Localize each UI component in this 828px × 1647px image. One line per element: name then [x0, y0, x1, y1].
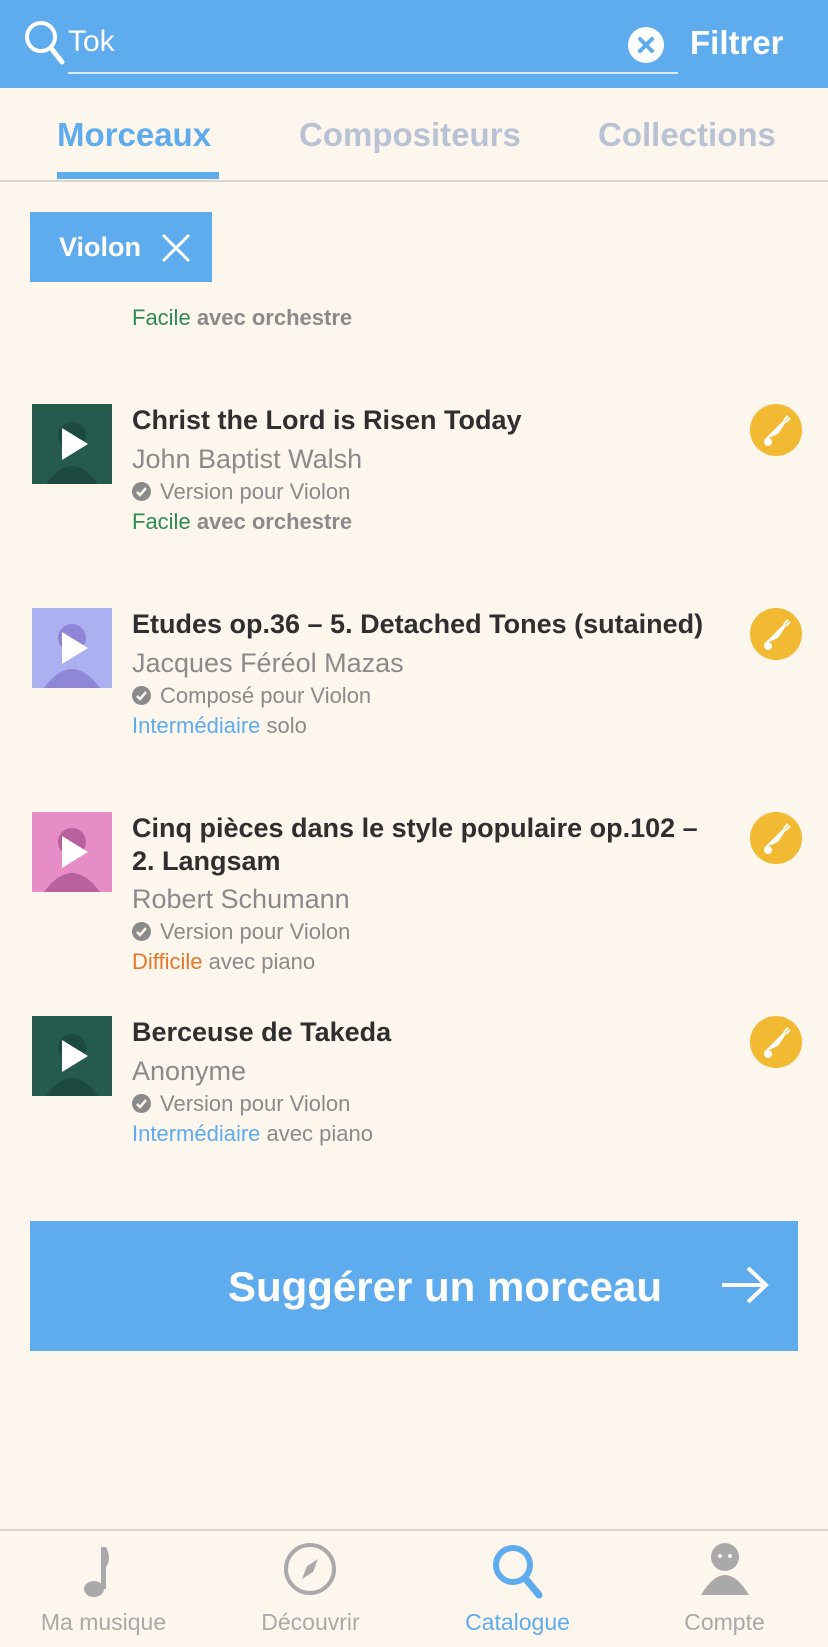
play-thumbnail[interactable] [32, 608, 112, 688]
music-horn-icon [764, 1027, 791, 1058]
nav-label: Découvrir [261, 1609, 360, 1635]
level-label: Facile [132, 305, 191, 330]
version-label: Version pour Violon [160, 1091, 351, 1116]
tab-morceaux[interactable]: Morceaux [57, 116, 211, 154]
accompaniment-label: avec orchestre [196, 509, 353, 534]
accompaniment-label: solo [266, 713, 307, 738]
nav-ma-musique[interactable]: Ma musique [0, 1531, 207, 1647]
arrow-right-icon [722, 1266, 769, 1304]
suggest-piece-button[interactable]: Suggérer un morceau [30, 1221, 798, 1351]
item-title: Berceuse de Takeda [132, 1017, 392, 1047]
catalogue-tabs: Morceaux Compositeurs Collections [0, 88, 828, 182]
item-composer: Anonyme [132, 1056, 247, 1086]
tab-collections[interactable]: Collections [598, 116, 776, 154]
nav-decouvrir[interactable]: Découvrir [207, 1531, 414, 1647]
nav-label: Catalogue [465, 1609, 570, 1635]
item-version: Composé pour Violon [132, 683, 371, 709]
close-icon[interactable] [160, 232, 192, 264]
level-label: Facile [132, 509, 191, 534]
item-title: Etudes op.36 – 5. Detached Tones (sutain… [132, 609, 704, 639]
list-item[interactable]: Christ the Lord is Risen Today John Bapt… [0, 404, 828, 544]
bottom-navigation: Ma musique Découvrir Catalogue Compte [0, 1529, 828, 1647]
item-version: Version pour Violon [132, 919, 350, 945]
item-composer: Jacques Féréol Mazas [132, 648, 404, 678]
search-icon [493, 1545, 543, 1599]
version-label: Version pour Violon [160, 919, 351, 944]
accompaniment-label: avec orchestre [196, 305, 353, 330]
check-icon [132, 482, 151, 501]
search-underline [68, 72, 678, 74]
check-icon [132, 686, 151, 705]
nav-label: Ma musique [40, 1609, 167, 1635]
play-thumbnail[interactable] [32, 812, 112, 892]
compass-icon [284, 1543, 336, 1595]
play-thumbnail[interactable] [32, 1016, 112, 1096]
item-title: Christ the Lord is Risen Today [132, 405, 522, 435]
version-label: Version pour Violon [160, 479, 351, 504]
nav-catalogue[interactable]: Catalogue [414, 1531, 621, 1647]
close-icon [638, 37, 654, 53]
item-meta: Intermédiaire solo [132, 713, 307, 739]
item-meta: Intermédiaire avec piano [132, 1121, 373, 1147]
list-item[interactable]: Cinq pièces dans le style populaire op.1… [0, 812, 828, 982]
list-item[interactable]: Etudes op.36 – 5. Detached Tones (sutain… [0, 608, 828, 748]
clear-search-button[interactable] [628, 27, 664, 63]
accompaniment-label: avec piano [266, 1121, 373, 1146]
version-label: Composé pour Violon [160, 683, 372, 708]
audio-badge-button[interactable] [750, 404, 802, 456]
audio-badge-button[interactable] [750, 1016, 802, 1068]
item-title: Cinq pièces dans le style populaire op.1… [132, 813, 698, 876]
level-label: Difficile [132, 949, 203, 974]
active-tab-indicator [57, 172, 219, 179]
item-meta: Facile avec orchestre [132, 509, 352, 535]
music-horn-icon [764, 823, 791, 854]
level-label: Intermédiaire [132, 713, 261, 738]
item-meta: Difficile avec piano [132, 949, 315, 975]
search-header: Tok Filtrer [0, 0, 828, 88]
item-version: Version pour Violon [132, 1091, 350, 1117]
play-thumbnail[interactable] [32, 404, 112, 484]
search-input[interactable]: Tok [68, 25, 115, 59]
level-label: Intermédiaire [132, 1121, 261, 1146]
item-version: Version pour Violon [132, 479, 350, 505]
audio-badge-button[interactable] [750, 608, 802, 660]
filter-button[interactable]: Filtrer [690, 24, 784, 62]
tab-compositeurs[interactable]: Compositeurs [299, 116, 521, 154]
check-icon [132, 922, 151, 941]
suggest-label: Suggérer un morceau [227, 1263, 663, 1310]
filter-chip-label: Violon [59, 232, 142, 262]
nav-compte[interactable]: Compte [621, 1531, 828, 1647]
item-composer: Robert Schumann [132, 884, 350, 914]
music-note-icon [84, 1547, 109, 1597]
list-item[interactable]: Berceuse de Takeda Anonyme Version pour … [0, 1016, 828, 1156]
user-icon [701, 1543, 749, 1595]
filter-chip-violon[interactable]: Violon [30, 212, 212, 282]
partial-item-meta: Facile avec orchestre [132, 305, 352, 331]
accompaniment-label: avec piano [208, 949, 316, 974]
search-icon[interactable] [22, 18, 68, 68]
audio-badge-button[interactable] [750, 812, 802, 864]
music-horn-icon [764, 415, 791, 446]
nav-label: Compte [684, 1609, 765, 1635]
check-icon [132, 1094, 151, 1113]
item-composer: John Baptist Walsh [132, 444, 363, 474]
music-horn-icon [764, 619, 791, 650]
